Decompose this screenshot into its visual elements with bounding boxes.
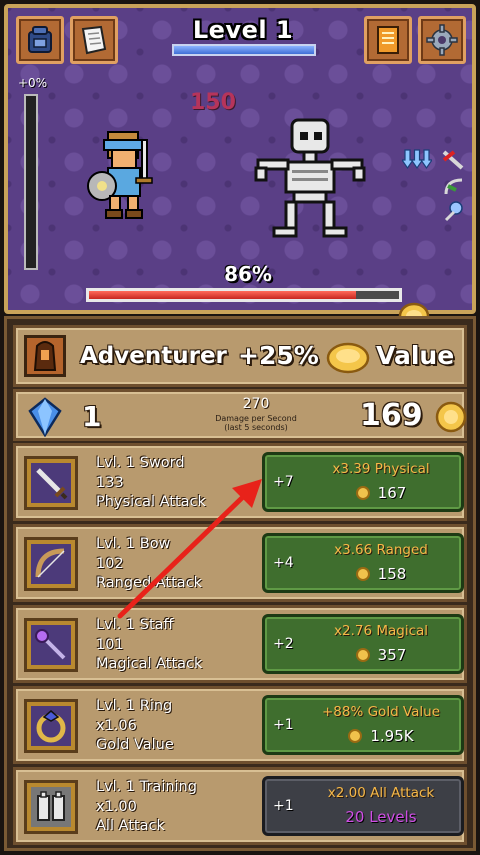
- buy-price: 1.95K: [301, 727, 461, 745]
- scroll-icon: [81, 25, 107, 55]
- settings-button[interactable]: [418, 16, 466, 64]
- upgrade-icon-frame: [24, 537, 78, 591]
- class-icon: [24, 335, 66, 377]
- gear-icon: [426, 24, 458, 56]
- monster-hp-fill: [89, 291, 356, 299]
- upgrade-value: 101: [96, 636, 124, 653]
- upgrade-row-ring: Lvl. 1 Ring x1.06 Gold Value +1 +88% Gol…: [13, 686, 467, 764]
- adventurer-class-icon: [33, 341, 57, 371]
- gold-pile-icon: [326, 342, 370, 374]
- buy-count: +1: [273, 798, 294, 814]
- upgrade-level: Lvl. 1 Sword: [96, 455, 185, 471]
- dps-value: 270: [242, 396, 270, 412]
- monster-hp-percent: 86%: [224, 262, 272, 286]
- attack-down-buff-icon: [402, 149, 432, 170]
- upgrade-row-staff: Lvl. 1 Staff 101 Magical Attack +2 x2.76…: [13, 605, 467, 683]
- training-icon: [37, 791, 65, 821]
- buy-effect: x2.76 Magical: [333, 623, 429, 639]
- buy-price: 167: [301, 484, 461, 502]
- upgrade-level: Lvl. 1 Bow: [96, 536, 171, 552]
- level-progress-bar: [172, 44, 316, 56]
- upgrade-description: Lvl. 1 Training x1.00 All Attack: [96, 778, 197, 837]
- sword-buff-icon: [442, 150, 464, 170]
- skeleton-monster: [254, 118, 366, 238]
- upgrade-description: Lvl. 1 Sword 133 Physical Attack: [96, 454, 206, 513]
- gold-coin-icon: [348, 729, 363, 743]
- upgrade-description: Lvl. 1 Bow 102 Ranged Attack: [96, 535, 202, 594]
- gold-coin-icon: [355, 648, 370, 662]
- upgrade-icon-frame: [24, 618, 78, 672]
- upgrade-type: Ranged Attack: [96, 575, 203, 591]
- gem-count: 1: [82, 400, 102, 433]
- class-bonus-percent: +25%: [238, 341, 319, 370]
- upgrade-level: Lvl. 1 Ring: [96, 698, 173, 714]
- adventurer-hero: [87, 131, 153, 219]
- upgrade-level: Lvl. 1 Training: [96, 779, 197, 795]
- upgrade-icon-frame: [24, 780, 78, 834]
- upgrade-value: 102: [96, 555, 124, 572]
- upgrade-type: Gold Value: [96, 737, 174, 753]
- buy-effect: x3.66 Ranged: [334, 542, 428, 558]
- upgrade-level: Lvl. 1 Staff: [96, 617, 174, 633]
- upgrade-type: All Attack: [96, 818, 165, 834]
- level-progress-fill: [174, 46, 314, 54]
- buy-requirement: 20 Levels: [345, 808, 417, 826]
- buy-count: +1: [273, 717, 294, 733]
- upgrade-icon-frame: [24, 699, 78, 753]
- class-row: Adventurer +25% Value: [13, 325, 467, 387]
- gold-count: 169: [360, 398, 423, 433]
- buy-effect: x3.39 Physical: [332, 461, 430, 477]
- upgrade-type: Physical Attack: [96, 494, 206, 510]
- bow-icon: [35, 548, 65, 578]
- sword-icon: [36, 468, 68, 500]
- buy-count: +4: [273, 555, 294, 571]
- gem-icon: [28, 397, 62, 437]
- staff-icon: [35, 629, 66, 660]
- backpack-icon: [28, 26, 52, 53]
- gold-bonus-bar: [24, 94, 38, 270]
- dps-sublabel: (last 5 seconds): [224, 423, 288, 432]
- battle-area: Level 1 +0% 150 86%: [4, 4, 476, 314]
- upgrade-row-sword: Lvl. 1 Sword 133 Physical Attack +7 x3.3…: [13, 443, 467, 521]
- buy-count: +7: [273, 474, 294, 490]
- buy-bow-button[interactable]: +4 x3.66 Ranged 158: [262, 533, 464, 593]
- buy-training-button[interactable]: +1 x2.00 All Attack 20 Levels: [262, 776, 464, 836]
- level-title: Level 1: [192, 16, 294, 44]
- gold-coin-icon: [435, 401, 467, 433]
- class-bonus-label: Value: [376, 341, 455, 370]
- spellbook-button[interactable]: [364, 16, 412, 64]
- buy-ring-button[interactable]: +1 +88% Gold Value 1.95K: [262, 695, 464, 755]
- upgrade-row-training: Lvl. 1 Training x1.00 All Attack +1 x2.0…: [13, 767, 467, 845]
- buy-effect: +88% Gold Value: [321, 704, 440, 720]
- inventory-button[interactable]: [16, 16, 64, 64]
- buy-price: 158: [301, 565, 461, 583]
- staff-buff-icon: [444, 201, 463, 222]
- buy-effect: x2.00 All Attack: [327, 785, 435, 801]
- upgrade-value: 133: [96, 474, 124, 491]
- buy-count: +2: [273, 636, 294, 652]
- buy-price: 357: [301, 646, 461, 664]
- upgrade-panel: Adventurer +25% Value 1 270 Damage per S…: [4, 316, 476, 851]
- gold-coin-icon: [355, 486, 370, 500]
- buy-staff-button[interactable]: +2 x2.76 Magical 357: [262, 614, 464, 674]
- gold-bonus-percent: +0%: [18, 76, 48, 90]
- upgrade-value: x1.06: [96, 717, 137, 734]
- dps-label: Damage per Second: [215, 414, 297, 423]
- monster-hp-bar: [86, 288, 402, 302]
- upgrade-type: Magical Attack: [96, 656, 203, 672]
- upgrade-description: Lvl. 1 Ring x1.06 Gold Value: [96, 697, 174, 756]
- buy-sword-button[interactable]: +7 x3.39 Physical 167: [262, 452, 464, 512]
- class-name: Adventurer: [80, 343, 227, 369]
- bow-buff-icon: [444, 178, 463, 195]
- spellbook-icon: [377, 26, 399, 54]
- damage-number: 150: [190, 90, 236, 115]
- ring-icon: [36, 710, 66, 743]
- upgrade-icon-frame: [24, 456, 78, 510]
- upgrade-value: x1.00: [96, 798, 137, 815]
- upgrade-description: Lvl. 1 Staff 101 Magical Attack: [96, 616, 202, 675]
- gold-coin-icon: [355, 567, 370, 581]
- stats-row: 1 270 Damage per Second (last 5 seconds)…: [13, 389, 467, 441]
- upgrade-row-bow: Lvl. 1 Bow 102 Ranged Attack +4 x3.66 Ra…: [13, 524, 467, 602]
- quests-button[interactable]: [70, 16, 118, 64]
